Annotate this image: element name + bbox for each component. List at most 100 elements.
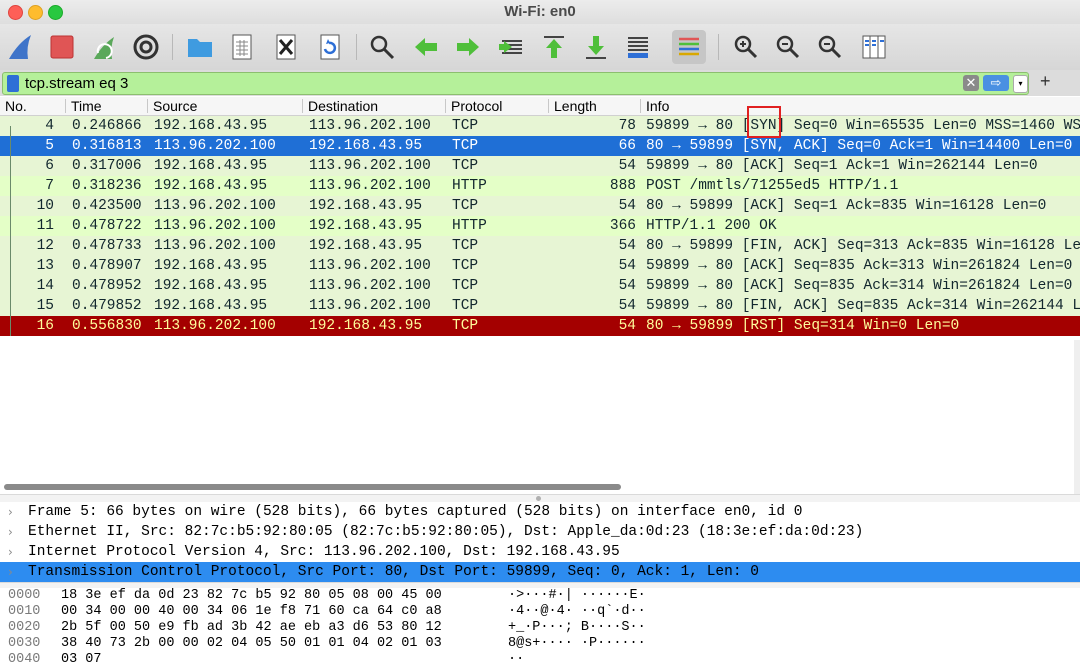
column-separator[interactable] (445, 99, 446, 113)
next-packet-button[interactable] (454, 33, 482, 61)
column-header-destination[interactable]: Destination (308, 98, 378, 115)
filter-history-chevron-down-icon[interactable]: ▾ (1013, 75, 1028, 93)
last-packet-button[interactable] (582, 33, 610, 61)
packet-time: 0.478733 (72, 238, 142, 254)
column-header-protocol[interactable]: Protocol (451, 98, 502, 115)
colorize-icon (679, 37, 699, 56)
packet-source: 192.168.43.95 (154, 178, 268, 194)
apply-filter-arrow-icon[interactable]: ⇨ (983, 75, 1009, 91)
display-filter-input[interactable]: tcp.stream eq 3 ✕ ⇨ ▾ (2, 72, 1029, 95)
packet-row[interactable]: 11 0.478722 113.96.202.100 192.168.43.95… (0, 216, 1080, 236)
previous-packet-button[interactable] (412, 33, 440, 61)
column-separator[interactable] (302, 99, 303, 113)
open-file-button[interactable] (186, 33, 214, 61)
restart-capture-button[interactable] (90, 33, 118, 61)
packet-row[interactable]: 14 0.478952 192.168.43.95 113.96.202.100… (0, 276, 1080, 296)
packet-row[interactable]: 4 0.246866 192.168.43.95 113.96.202.100 … (0, 116, 1080, 136)
packet-destination: 192.168.43.95 (309, 198, 423, 214)
detail-tree-item[interactable]: › Internet Protocol Version 4, Src: 113.… (0, 542, 1080, 562)
hex-dump[interactable]: 38 40 73 2b 00 00 02 04 05 50 01 01 04 0… (61, 636, 442, 652)
stop-capture-button[interactable] (48, 33, 76, 61)
packet-protocol: TCP (452, 158, 479, 174)
packet-time: 0.318236 (72, 178, 142, 194)
packet-row[interactable]: 15 0.479852 192.168.43.95 113.96.202.100… (0, 296, 1080, 316)
hex-dump[interactable]: 03 07 (61, 652, 102, 668)
packet-row[interactable]: 12 0.478733 113.96.202.100 192.168.43.95… (0, 236, 1080, 256)
packet-protocol: HTTP (452, 218, 487, 234)
chevron-right-icon[interactable]: › (8, 502, 13, 522)
column-separator[interactable] (640, 99, 641, 113)
column-separator[interactable] (65, 99, 66, 113)
add-filter-button-plus-icon[interactable]: + (1040, 71, 1051, 92)
packet-source: 192.168.43.95 (154, 298, 268, 314)
packet-number: 16 (36, 318, 54, 334)
packet-row[interactable]: 10 0.423500 113.96.202.100 192.168.43.95… (0, 196, 1080, 216)
ascii-dump[interactable]: ·>···#·| ······E· (508, 588, 646, 604)
colorize-button[interactable] (672, 30, 706, 64)
packet-destination: 113.96.202.100 (309, 258, 431, 274)
splitter-handle[interactable] (536, 496, 541, 501)
reload-file-button[interactable] (316, 33, 344, 61)
zoom-in-button[interactable] (732, 33, 760, 61)
packet-number: 14 (36, 278, 54, 294)
ascii-dump[interactable]: 8@s+···· ·P······ (508, 636, 646, 652)
column-header-no[interactable]: No. (5, 98, 27, 115)
hex-dump[interactable]: 2b 5f 00 50 e9 fb ad 3b 42 ae eb a3 d6 5… (61, 620, 442, 636)
clear-filter-icon[interactable]: ✕ (963, 75, 979, 91)
bytes-row: 0020 2b 5f 00 50 e9 fb ad 3b 42 ae eb a3… (0, 620, 1080, 636)
hex-dump[interactable]: 18 3e ef da 0d 23 82 7c b5 92 80 05 08 0… (61, 588, 442, 604)
column-header-time[interactable]: Time (71, 98, 102, 115)
packet-protocol: TCP (452, 138, 479, 154)
start-capture-button[interactable] (6, 33, 34, 61)
packet-info: 59899 → 80 [FIN, ACK] Seq=835 Ack=314 Wi… (646, 298, 1080, 314)
packet-row[interactable]: 13 0.478907 192.168.43.95 113.96.202.100… (0, 256, 1080, 276)
packet-destination: 113.96.202.100 (309, 278, 431, 294)
hex-dump[interactable]: 00 34 00 00 40 00 34 06 1e f8 71 60 ca 6… (61, 604, 442, 620)
packet-list-empty-area (0, 340, 1080, 485)
packet-info: 80 → 59899 [FIN, ACK] Seq=313 Ack=835 Wi… (646, 238, 1080, 254)
ascii-dump[interactable]: ·· (508, 652, 524, 668)
packet-row[interactable]: 6 0.317006 192.168.43.95 113.96.202.100 … (0, 156, 1080, 176)
column-header-length[interactable]: Length (554, 98, 597, 115)
find-packet-button[interactable] (368, 33, 396, 61)
packet-row[interactable]: 16 0.556830 113.96.202.100 192.168.43.95… (0, 316, 1080, 336)
go-to-packet-button[interactable] (498, 33, 526, 61)
column-header-info[interactable]: Info (646, 98, 669, 115)
packet-list-vertical-scrollbar[interactable] (1074, 340, 1080, 500)
packet-bytes-pane: 0000 18 3e ef da 0d 23 82 7c b5 92 80 05… (0, 588, 1080, 669)
packet-row[interactable]: 7 0.318236 192.168.43.95 113.96.202.100 … (0, 176, 1080, 196)
packet-time: 0.478722 (72, 218, 142, 234)
capture-options-button[interactable] (132, 33, 160, 61)
go-to-last-icon (586, 36, 606, 59)
zoom-out-button[interactable] (774, 33, 802, 61)
auto-scroll-button[interactable] (624, 33, 652, 61)
detail-tree-item[interactable]: › Frame 5: 66 bytes on wire (528 bits), … (0, 502, 1080, 522)
detail-tree-item[interactable]: › Ethernet II, Src: 82:7c:b5:92:80:05 (8… (0, 522, 1080, 542)
ascii-dump[interactable]: +_·P···; B····S·· (508, 620, 646, 636)
packet-destination: 192.168.43.95 (309, 238, 423, 254)
normal-size-button[interactable] (816, 33, 844, 61)
go-to-first-icon (544, 36, 564, 58)
zoom-reset-icon (818, 35, 842, 59)
close-file-button[interactable] (272, 33, 300, 61)
column-header-source[interactable]: Source (153, 98, 197, 115)
packet-row[interactable]: 5 0.316813 113.96.202.100 192.168.43.95 … (0, 136, 1080, 156)
packet-number: 13 (36, 258, 54, 274)
packet-list-header: No. Time Source Destination Protocol Len… (0, 97, 1080, 116)
packet-info: 59899 → 80 [ACK] Seq=1 Ack=1 Win=262144 … (646, 158, 1038, 174)
resize-columns-icon (862, 35, 886, 59)
packet-list-horizontal-scrollbar[interactable] (4, 484, 621, 490)
zoom-out-icon (776, 35, 800, 59)
first-packet-button[interactable] (540, 33, 568, 61)
ascii-dump[interactable]: ·4··@·4· ··q`·d·· (508, 604, 646, 620)
chevron-right-icon[interactable]: › (8, 522, 13, 542)
chevron-right-icon[interactable]: › (8, 542, 13, 562)
column-separator[interactable] (548, 99, 549, 113)
column-separator[interactable] (147, 99, 148, 113)
resize-columns-button[interactable] (860, 33, 888, 61)
packet-time: 0.479852 (72, 298, 142, 314)
filter-bookmark-icon[interactable] (7, 75, 19, 92)
detail-tree-item[interactable]: › Transmission Control Protocol, Src Por… (0, 562, 1080, 582)
chevron-right-icon[interactable]: › (8, 562, 13, 582)
save-file-button[interactable] (228, 33, 256, 61)
